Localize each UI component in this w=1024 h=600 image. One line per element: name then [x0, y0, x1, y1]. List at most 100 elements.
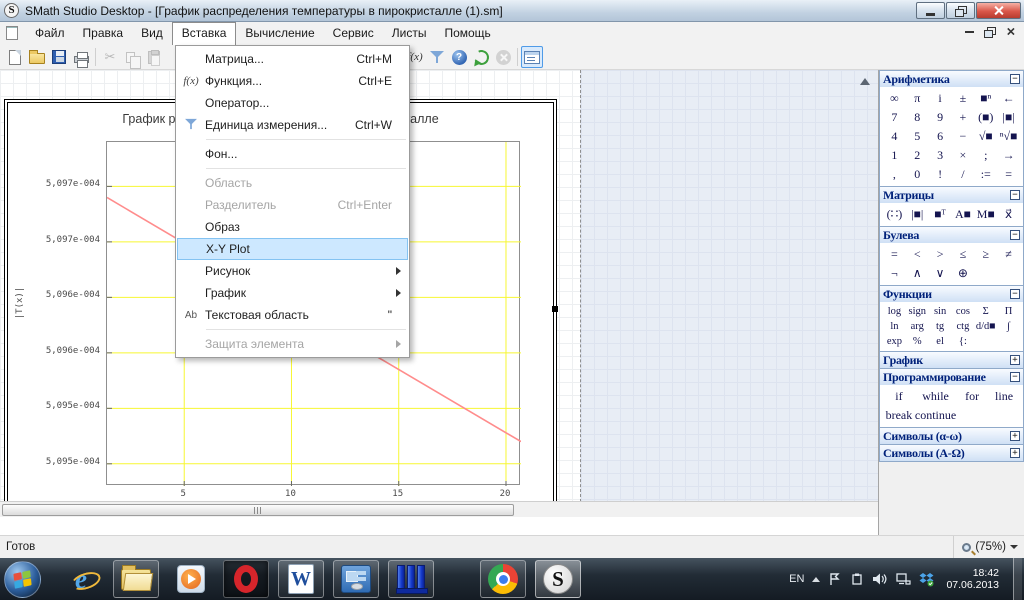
palette-symbol[interactable]: ¬	[883, 264, 906, 283]
palette-symbol[interactable]: ln	[883, 319, 906, 334]
menu-insert[interactable]: Вставка	[172, 22, 237, 45]
menu-file[interactable]: Файл	[26, 22, 74, 45]
palette-symbol[interactable]: if	[883, 387, 915, 406]
reference-book-button[interactable]: ?	[448, 46, 470, 68]
action-center-icon[interactable]	[850, 572, 864, 586]
palette-symbol[interactable]: 7	[883, 108, 906, 127]
palette-symbol[interactable]: d/d■	[974, 319, 997, 334]
taskbar-app-admin-tools[interactable]	[333, 560, 379, 598]
palette-symbol[interactable]: ;	[974, 146, 997, 165]
menu-item-background[interactable]: Фон...	[177, 143, 408, 165]
menu-view[interactable]: Вид	[132, 22, 172, 45]
palette-symbol[interactable]: ⊕	[952, 264, 975, 283]
palette-symbol[interactable]: 8	[906, 108, 929, 127]
resize-handle[interactable]	[552, 306, 558, 312]
palette-symbol[interactable]: sign	[906, 304, 929, 319]
palette-symbol[interactable]: |■|	[906, 205, 929, 224]
worksheet-canvas[interactable]: График распределения температуры в пирок…	[0, 70, 878, 517]
palette-symbol[interactable]: Σ	[974, 304, 997, 319]
network-icon[interactable]	[896, 572, 911, 586]
palette-symbol[interactable]: ■ⁿ	[974, 89, 997, 108]
expand-toggle-icon[interactable]: +	[1010, 355, 1020, 365]
horizontal-scrollbar[interactable]	[0, 501, 878, 517]
palette-symbol[interactable]: sin	[929, 304, 952, 319]
menu-item-text-region[interactable]: AbТекстовая область"	[177, 304, 408, 326]
palette-symbol[interactable]: (∷)	[883, 205, 906, 224]
palette-symbol[interactable]: :=	[974, 165, 997, 184]
palette-header[interactable]: Символы (α-ω)+	[880, 428, 1023, 444]
palette-symbol[interactable]: {:	[952, 334, 975, 349]
palette-header[interactable]: Матрицы−	[880, 187, 1023, 203]
palette-header[interactable]: Символы (Α-Ω)+	[880, 445, 1023, 461]
palette-symbol[interactable]: /	[952, 165, 975, 184]
collapse-toggle-icon[interactable]: −	[1010, 74, 1020, 84]
palette-symbol[interactable]: ±	[952, 89, 975, 108]
palette-symbol[interactable]: continue	[915, 406, 956, 425]
child-minimize-icon[interactable]	[965, 31, 974, 33]
collapse-toggle-icon[interactable]: −	[1010, 230, 1020, 240]
menu-item-function[interactable]: f(x)Функция...Ctrl+E	[177, 70, 408, 92]
taskbar-app-smath-studio[interactable]: S	[535, 560, 581, 598]
taskbar-app-media-player[interactable]	[168, 560, 214, 598]
palette-symbol[interactable]: while	[915, 387, 956, 406]
palette-symbol[interactable]: |■|	[997, 108, 1020, 127]
palette-symbol[interactable]: →	[997, 146, 1020, 165]
scrollbar-thumb[interactable]	[2, 504, 514, 516]
taskbar-app-server-manager[interactable]	[388, 560, 434, 598]
palette-symbol[interactable]: ⁿ√■	[997, 127, 1020, 146]
cut-button[interactable]: ✂	[99, 46, 121, 68]
palette-symbol[interactable]: 1	[883, 146, 906, 165]
collapse-toggle-icon[interactable]: −	[1010, 289, 1020, 299]
expand-toggle-icon[interactable]: +	[1010, 448, 1020, 458]
side-panels-toggle-button[interactable]	[521, 46, 543, 68]
palette-symbol[interactable]: ■ᵀ	[929, 205, 952, 224]
palette-symbol[interactable]: exp	[883, 334, 906, 349]
palette-symbol[interactable]: (■)	[974, 108, 997, 127]
taskbar-app-opera[interactable]	[223, 560, 269, 598]
palette-symbol[interactable]: =	[883, 245, 906, 264]
taskbar-app-internet-explorer[interactable]: e	[58, 560, 104, 598]
palette-symbol[interactable]: ≥	[974, 245, 997, 264]
menu-item-element-protection[interactable]: Защита элемента	[177, 333, 408, 355]
close-button[interactable]	[976, 2, 1021, 19]
palette-symbol[interactable]: π	[906, 89, 929, 108]
palette-symbol[interactable]: 0	[906, 165, 929, 184]
menu-edit[interactable]: Правка	[74, 22, 133, 45]
palette-symbol[interactable]: ≠	[997, 245, 1020, 264]
taskbar-app-windows-explorer[interactable]	[113, 560, 159, 598]
recalculate-button[interactable]	[470, 46, 492, 68]
palette-symbol[interactable]: ×	[952, 146, 975, 165]
show-hidden-icons-icon[interactable]	[812, 577, 820, 582]
menu-item-region[interactable]: Область	[177, 172, 408, 194]
palette-symbol[interactable]: =	[997, 165, 1020, 184]
open-file-button[interactable]	[26, 46, 48, 68]
palette-symbol[interactable]: Π	[997, 304, 1020, 319]
palette-symbol[interactable]: i	[929, 89, 952, 108]
palette-symbol[interactable]: tg	[929, 319, 952, 334]
palette-header[interactable]: Булева−	[880, 227, 1023, 243]
palette-symbol[interactable]: ctg	[952, 319, 975, 334]
palette-symbol[interactable]: 6	[929, 127, 952, 146]
show-desktop-button[interactable]	[1013, 558, 1022, 600]
palette-symbol[interactable]: −	[952, 127, 975, 146]
taskbar-app-chrome[interactable]	[480, 560, 526, 598]
menu-item-separator-line[interactable]: РазделительCtrl+Enter	[177, 194, 408, 216]
volume-icon[interactable]	[872, 572, 888, 586]
palette-symbol[interactable]: %	[906, 334, 929, 349]
child-restore-icon[interactable]	[984, 27, 995, 37]
zoom-control[interactable]: (75%)	[953, 536, 1018, 558]
palette-header[interactable]: Функции−	[880, 286, 1023, 302]
taskbar-app-word[interactable]: W	[278, 560, 324, 598]
palette-symbol[interactable]: >	[929, 245, 952, 264]
menu-item-matrix[interactable]: Матрица...Ctrl+M	[177, 48, 408, 70]
palette-symbol[interactable]: break	[883, 406, 915, 425]
menu-item-drawing[interactable]: Рисунок	[177, 260, 408, 282]
dropbox-icon[interactable]	[919, 572, 934, 587]
minimize-button[interactable]	[916, 2, 945, 19]
palette-symbol[interactable]: for	[956, 387, 988, 406]
insert-unit-button[interactable]	[426, 46, 448, 68]
palette-symbol[interactable]: <	[906, 245, 929, 264]
palette-header[interactable]: Арифметика−	[880, 71, 1023, 87]
palette-header[interactable]: Программирование−	[880, 369, 1023, 385]
menu-item-xy-plot[interactable]: X-Y Plot	[177, 238, 408, 260]
